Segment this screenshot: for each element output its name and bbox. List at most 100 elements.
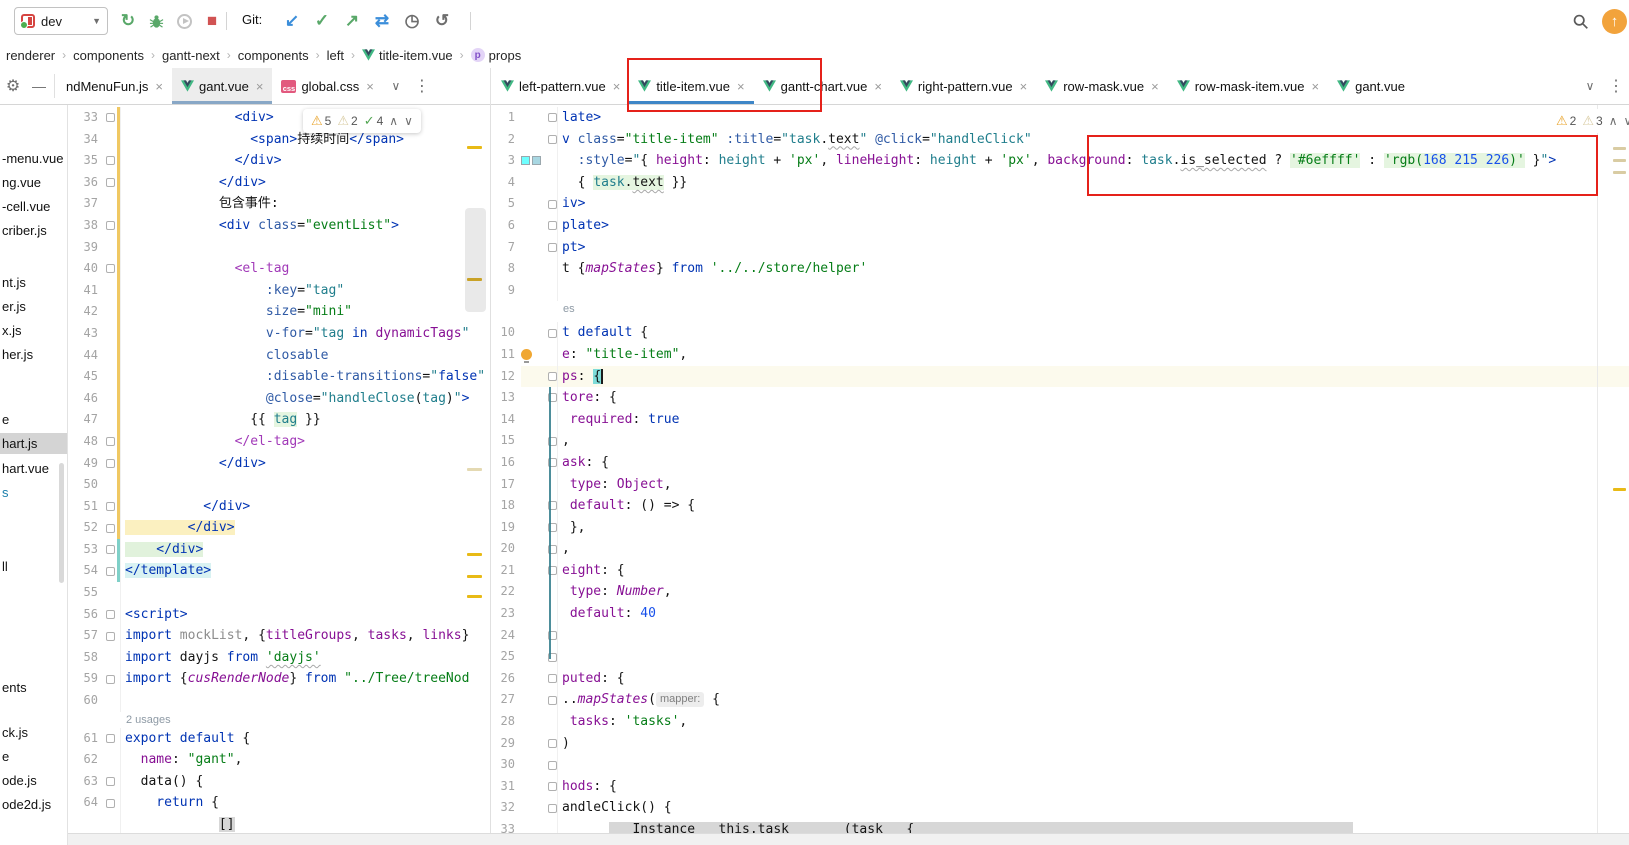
tab-left-pattern.vue[interactable]: left-pattern.vue× [492,68,629,104]
run-config-selector[interactable]: dev ▼ [14,7,108,35]
fold-marker-icon[interactable] [106,178,115,187]
scrollbar-thumb[interactable] [465,208,486,312]
kebab-menu-icon[interactable]: ⋮ [409,68,435,104]
fold-marker-icon[interactable] [548,200,557,209]
fold-marker-icon[interactable] [548,135,557,144]
sidebar-item-x.js[interactable]: x.js [0,320,68,341]
tab-gant.vue[interactable]: gant.vue [1328,68,1414,104]
fold-marker-icon[interactable] [548,804,557,813]
fold-marker-icon[interactable] [548,696,557,705]
fold-marker-icon[interactable] [106,524,115,533]
fold-marker-icon[interactable] [548,372,557,381]
sidebar-item-nt.js[interactable]: nt.js [0,272,68,293]
sidebar-item-ck.js[interactable]: ck.js [0,722,68,743]
sidebar-item-hart.vue[interactable]: hart.vue [0,458,68,479]
fold-marker-icon[interactable] [548,739,557,748]
tab-right-pattern.vue[interactable]: right-pattern.vue× [891,68,1036,104]
stripe-mark[interactable] [467,278,482,281]
search-icon[interactable] [1568,8,1592,34]
sidebar-item-e[interactable]: e [0,409,68,430]
fold-marker-icon[interactable] [548,113,557,122]
fold-marker-icon[interactable] [106,734,115,743]
sidebar-item-er.js[interactable]: er.js [0,296,68,317]
prev-warning-icon[interactable]: ∧ [1609,114,1618,128]
close-icon[interactable]: × [1151,79,1159,94]
intention-bulb-icon[interactable] [521,349,532,360]
fold-marker-icon[interactable] [106,437,115,446]
sidebar-item-criber.js[interactable]: criber.js [0,220,68,241]
push-icon[interactable]: ↗ [340,8,364,34]
sidebar-item-ents[interactable]: ents [0,677,68,698]
sidebar-item-ng.vue[interactable]: ng.vue [0,172,68,193]
horizontal-scrollbar[interactable] [68,833,1629,845]
editor-right-title-item-vue[interactable]: 1late>2v class="title-item" :title="task… [490,105,1629,833]
close-icon[interactable]: × [1020,79,1028,94]
fold-marker-icon[interactable] [106,799,115,808]
fold-marker-icon[interactable] [548,674,557,683]
close-icon[interactable]: × [155,79,163,94]
inspections-widget-right[interactable]: ⚠2⚠3∧∨ [1548,109,1629,133]
stripe-mark[interactable] [467,468,482,471]
close-icon[interactable]: × [366,79,374,94]
next-warning-icon[interactable]: ∨ [404,114,413,128]
stripe-mark[interactable] [1613,488,1626,491]
breadcrumb-item-renderer[interactable]: renderer [3,47,58,64]
fold-marker-icon[interactable] [548,243,557,252]
fold-marker-icon[interactable] [106,113,115,122]
chevron-down-icon[interactable]: ∨ [1577,68,1603,104]
sidebar-item-ode.js[interactable]: ode.js [0,770,68,791]
chevron-down-icon[interactable]: ∨ [383,68,409,104]
profiler-icon[interactable] [172,8,196,34]
fold-marker-icon[interactable] [106,567,115,576]
update-project-icon[interactable]: ↙ [280,8,304,34]
fold-marker-icon[interactable] [548,329,557,338]
tab-global.css[interactable]: cssglobal.css× [272,68,382,104]
merge-icon[interactable]: ⇄ [370,8,394,34]
close-icon[interactable]: × [1312,79,1320,94]
tab-ndMenuFun.js[interactable]: ndMenuFun.js× [57,68,172,104]
color-swatch[interactable] [532,156,541,165]
breadcrumb-item-props[interactable]: pprops [468,47,525,64]
fold-marker-icon[interactable] [106,675,115,684]
fold-marker-icon[interactable] [106,632,115,641]
color-swatch[interactable] [521,156,530,165]
stripe-mark[interactable] [467,146,482,149]
sidebar-item--menu.vue[interactable]: -menu.vue [0,148,68,169]
stripe-mark[interactable] [467,553,482,556]
tab-gant.vue[interactable]: gant.vue× [172,68,272,104]
gear-icon[interactable]: ⚙ [0,68,26,104]
fold-marker-icon[interactable] [106,777,115,786]
fold-marker-icon[interactable] [106,264,115,273]
inspections-widget-left[interactable]: ⚠5⚠2✓4∧∨ [303,109,421,133]
fold-marker-icon[interactable] [106,221,115,230]
breadcrumb-item-gantt-next[interactable]: gantt-next [159,47,223,64]
debug-icon[interactable] [144,8,168,34]
fold-marker-icon[interactable] [548,761,557,770]
fold-marker-icon[interactable] [106,156,115,165]
sidebar-item-s[interactable]: s [0,482,68,503]
breadcrumb-item-components[interactable]: components [235,47,312,64]
stripe-mark[interactable] [1613,171,1626,174]
sidebar-item-ode2d.js[interactable]: ode2d.js [0,794,68,815]
stripe-mark[interactable] [467,575,482,578]
commit-icon[interactable]: ✓ [310,8,334,34]
kebab-menu-icon[interactable]: ⋮ [1603,68,1629,104]
fold-marker-icon[interactable] [106,502,115,511]
tab-row-mask-item.vue[interactable]: row-mask-item.vue× [1168,68,1328,104]
close-icon[interactable]: × [613,79,621,94]
sidebar-item--cell.vue[interactable]: -cell.vue [0,196,68,217]
ide-update-icon[interactable]: ↑ [1602,9,1627,34]
fold-marker-icon[interactable] [106,610,115,619]
stripe-mark[interactable] [1613,147,1626,150]
prev-warning-icon[interactable]: ∧ [389,114,398,128]
fold-marker-icon[interactable] [548,221,557,230]
sidebar-item-e[interactable]: e [0,746,68,767]
editor-left-gant-vue[interactable]: 33 <div>34 <span>持续时间</span>35 </div>36 … [68,105,490,833]
hide-panel-icon[interactable]: — [26,68,52,104]
sidebar-item-her.js[interactable]: her.js [0,344,68,365]
rollback-icon[interactable]: ↺ [430,8,454,34]
fold-marker-icon[interactable] [106,545,115,554]
tab-row-mask.vue[interactable]: row-mask.vue× [1036,68,1168,104]
stop-icon[interactable]: ■ [200,8,224,34]
fold-marker-icon[interactable] [548,782,557,791]
